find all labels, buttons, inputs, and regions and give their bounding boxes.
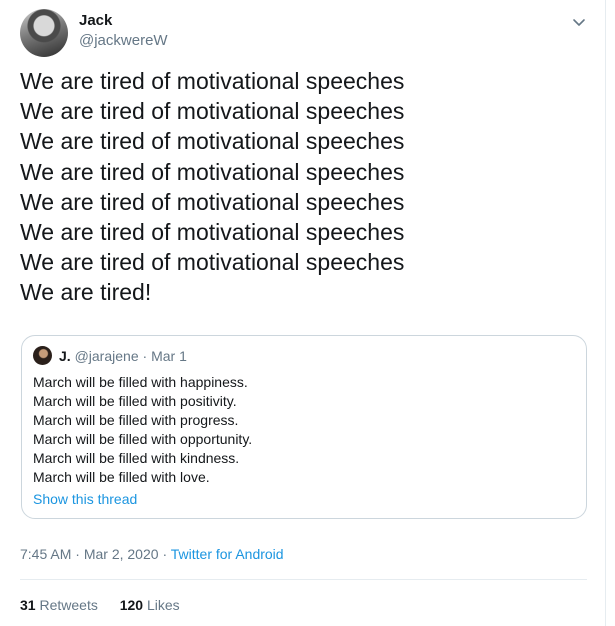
quoted-line: March will be filled with opportunity.: [33, 431, 253, 447]
tweet-meta: 7:45 AM · Mar 2, 2020 · Twitter for Andr…: [20, 546, 284, 562]
tweet-line: We are tired of motivational speeches: [20, 128, 405, 155]
tweet-line: We are tired of motivational speeches: [20, 98, 405, 125]
tweet-text: We are tired of motivational speeches We…: [20, 66, 404, 308]
quoted-header: J. @jarajene · Mar 1: [59, 348, 187, 364]
quoted-line: March will be filled with progress.: [33, 412, 239, 428]
retweets-count: 31: [20, 597, 36, 613]
tweet-line: We are tired of motivational speeches: [20, 68, 405, 94]
author-handle[interactable]: @jackwereW: [79, 32, 168, 49]
tweet-stats: 31 Retweets 120 Likes: [20, 597, 180, 613]
quoted-line: March will be filled with love.: [33, 469, 210, 485]
tweet-line: We are tired of motivational speeches: [20, 188, 405, 215]
likes-stat[interactable]: 120 Likes: [120, 597, 180, 613]
tweet-time[interactable]: 7:45 AM: [20, 546, 71, 562]
tweet-line: We are tired of motivational speeches: [20, 219, 405, 246]
author-name[interactable]: Jack: [79, 12, 112, 29]
quoted-line: March will be filled with positivity.: [33, 393, 237, 409]
chevron-down-icon[interactable]: [567, 10, 591, 34]
retweets-stat[interactable]: 31 Retweets: [20, 597, 102, 613]
quoted-author-avatar: [33, 346, 52, 365]
quoted-tweet[interactable]: J. @jarajene · Mar 1 March will be fille…: [21, 335, 587, 519]
quoted-date: Mar 1: [151, 348, 187, 364]
quoted-line: March will be filled with happiness.: [33, 374, 248, 390]
tweet-line: We are tired of motivational speeches: [20, 158, 405, 185]
likes-count: 120: [119, 597, 144, 613]
divider: [20, 579, 587, 580]
meta-separator: ·: [75, 546, 80, 562]
tweet-date[interactable]: Mar 2, 2020: [84, 546, 159, 562]
author-avatar[interactable]: [20, 9, 68, 57]
retweets-label: Retweets: [39, 597, 98, 613]
tweet-card: Jack @jackwereW We are tired of motivati…: [0, 0, 606, 626]
tweet-line: We are tired!: [20, 279, 152, 306]
quoted-author-handle: @jarajene: [74, 348, 139, 364]
show-thread-link[interactable]: Show this thread: [33, 491, 137, 507]
tweet-source-link[interactable]: Twitter for Android: [171, 546, 284, 562]
quoted-line: March will be filled with kindness.: [33, 450, 240, 466]
quoted-author-name: J.: [59, 348, 71, 364]
likes-label: Likes: [146, 597, 180, 613]
quoted-separator: ·: [142, 348, 148, 364]
quoted-text: March will be filled with happiness. Mar…: [33, 373, 252, 487]
meta-separator: ·: [162, 546, 168, 562]
tweet-line: We are tired of motivational speeches: [20, 249, 405, 276]
